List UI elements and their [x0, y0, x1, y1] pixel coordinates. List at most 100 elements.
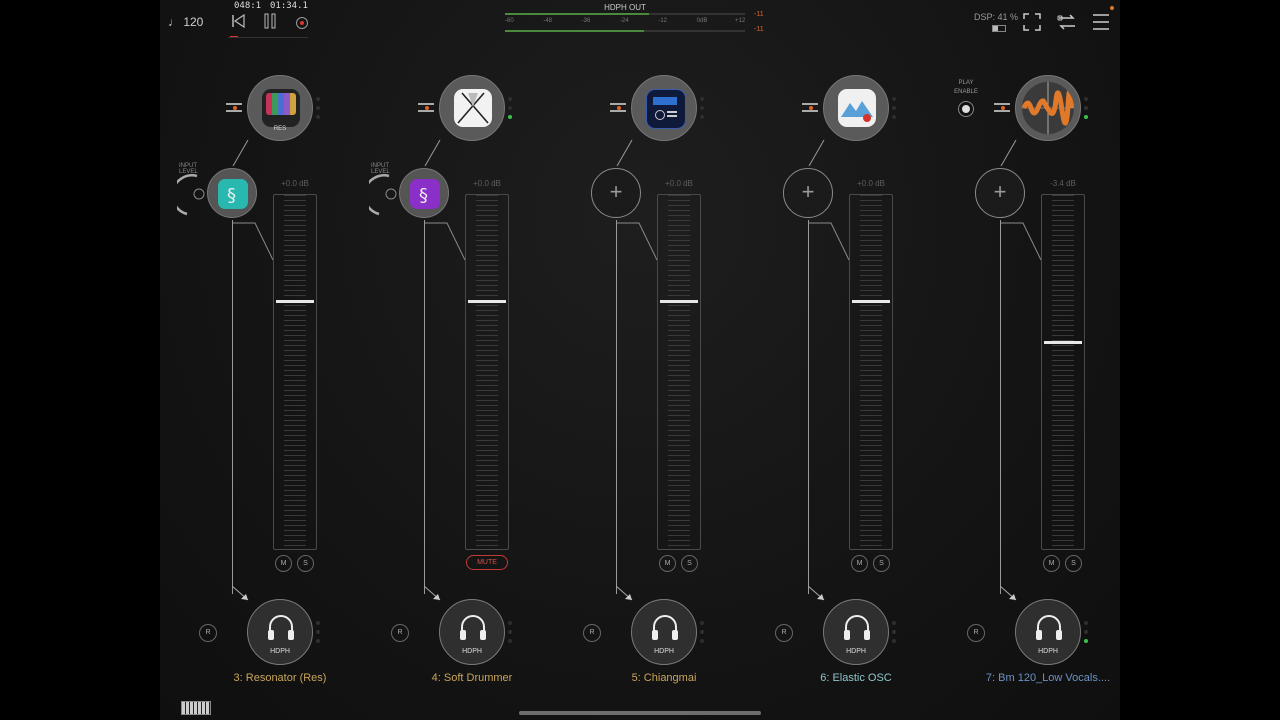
fader-cap[interactable] — [276, 300, 314, 303]
fader-cap[interactable] — [1044, 340, 1082, 344]
purple-audio-icon: § — [410, 179, 440, 209]
routing-icon — [1057, 14, 1075, 30]
fader-cap[interactable] — [468, 300, 506, 303]
play-enable-label: PLAY ENABLE — [954, 80, 978, 95]
volume-fader[interactable] — [273, 194, 317, 550]
pause-button[interactable] — [260, 13, 280, 33]
dsp-usage: DSP: 41 % — [974, 12, 1019, 22]
record-arm-button[interactable]: R — [967, 624, 985, 642]
plugin-settings-icon[interactable] — [226, 101, 242, 115]
solo-button[interactable]: S — [297, 555, 314, 572]
instrument-plugin[interactable] — [823, 75, 889, 141]
volume-fader[interactable] — [1041, 194, 1085, 550]
output-button[interactable]: HDPH — [247, 599, 313, 665]
plugin-settings-icon[interactable] — [994, 101, 1010, 115]
bars-position: 048:1 — [234, 1, 262, 11]
channel-name[interactable]: 6: Elastic OSC — [776, 672, 936, 684]
svg-text:§: § — [227, 185, 236, 206]
output-button[interactable]: HDPH — [631, 599, 697, 665]
meter-scale-label: -48 — [543, 18, 552, 24]
output-button[interactable]: HDPH — [439, 599, 505, 665]
record-arm-button[interactable]: R — [775, 624, 793, 642]
plugin-settings-icon[interactable] — [418, 101, 434, 115]
volume-fader[interactable] — [657, 194, 701, 550]
add-insert-button[interactable]: + — [975, 168, 1025, 218]
output-status-dots — [892, 621, 896, 648]
home-indicator — [519, 711, 761, 715]
keyboard-button[interactable] — [181, 701, 211, 715]
peak-left: -11 — [754, 11, 764, 18]
output-button[interactable]: HDPH — [823, 599, 889, 665]
output-label: HDPH — [462, 648, 482, 655]
solo-button[interactable]: S — [1065, 555, 1082, 572]
volume-fader[interactable] — [465, 194, 509, 550]
insert-slot[interactable]: § — [399, 168, 449, 218]
time-position: 01:34.1 — [270, 1, 308, 11]
rewind-icon — [232, 13, 245, 29]
plus-icon: + — [609, 179, 623, 204]
solo-button[interactable]: S — [873, 555, 890, 572]
record-button[interactable] — [296, 17, 308, 29]
peak-right: -11 — [754, 26, 764, 33]
fader-track — [860, 195, 882, 549]
menu-button[interactable] — [1093, 13, 1109, 36]
hamburger-menu-icon — [1093, 14, 1109, 30]
connector-line — [425, 222, 466, 261]
fullscreen-button[interactable] — [1023, 13, 1041, 36]
channel-name[interactable]: 5: Chiangmai — [584, 672, 744, 684]
channel-name[interactable]: 4: Soft Drummer — [392, 672, 552, 684]
mute-button[interactable]: M — [1043, 555, 1060, 572]
mute-button[interactable]: M — [659, 555, 676, 572]
battery-icon — [992, 25, 1006, 32]
fader-db-readout: +0.0 dB — [473, 179, 501, 188]
plugin-settings-icon[interactable] — [610, 101, 626, 115]
meter-scale-label: 0dB — [696, 18, 708, 24]
fader-track — [476, 195, 498, 549]
instrument-plugin[interactable] — [439, 75, 505, 141]
output-label: HDPH — [1038, 648, 1058, 655]
record-arm-button[interactable]: R — [391, 624, 409, 642]
routing-button[interactable] — [1057, 13, 1077, 36]
plugin-status-dots — [508, 97, 512, 124]
mute-button[interactable]: M — [851, 555, 868, 572]
connector-line — [1000, 139, 1017, 167]
instrument-plugin[interactable]: RES — [247, 75, 313, 141]
headphones-icon — [652, 615, 678, 640]
expand-icon — [1023, 13, 1041, 31]
input-level-knob[interactable] — [363, 173, 397, 216]
fader-cap[interactable] — [852, 300, 890, 303]
transport-divider — [228, 37, 308, 38]
mute-button-active[interactable]: MUTE — [466, 555, 508, 570]
connector-line — [617, 222, 658, 261]
output-status-dots — [508, 621, 512, 648]
channel-name[interactable]: 3: Resonator (Res) — [200, 672, 360, 684]
add-insert-button[interactable]: + — [783, 168, 833, 218]
record-arm-button[interactable]: R — [199, 624, 217, 642]
fader-cap[interactable] — [660, 300, 698, 303]
mute-button[interactable]: M — [275, 555, 292, 572]
rewind-button[interactable] — [228, 13, 248, 33]
plugin-settings-icon[interactable] — [802, 101, 818, 115]
instrument-plugin[interactable] — [1015, 75, 1081, 141]
connector-line — [1001, 222, 1042, 261]
play-enable-toggle[interactable] — [958, 101, 974, 117]
meter-scale: -60 -48 -36 -24 -12 0dB +12 — [505, 18, 745, 27]
solo-button[interactable]: S — [681, 555, 698, 572]
volume-fader[interactable] — [849, 194, 893, 550]
output-meter: -60 -48 -36 -24 -12 0dB +12 — [505, 13, 745, 35]
fader-db-readout: +0.0 dB — [665, 179, 693, 188]
record-arm-button[interactable]: R — [583, 624, 601, 642]
signal-line — [232, 220, 233, 594]
insert-slot[interactable]: § — [207, 168, 257, 218]
signal-arrow — [1000, 586, 1017, 601]
plugin-status-dots — [1084, 97, 1088, 124]
add-insert-button[interactable]: + — [591, 168, 641, 218]
instrument-plugin[interactable] — [631, 75, 697, 141]
headphones-icon — [460, 615, 486, 640]
meter-scale-label: -36 — [581, 18, 591, 24]
output-button[interactable]: HDPH — [1015, 599, 1081, 665]
input-level-knob[interactable] — [171, 173, 205, 216]
connector-line — [809, 222, 850, 261]
tempo-display[interactable]: ♩ 120 — [168, 15, 203, 29]
channel-name[interactable]: 7: Bm 120_Low Vocals.... — [968, 672, 1120, 684]
